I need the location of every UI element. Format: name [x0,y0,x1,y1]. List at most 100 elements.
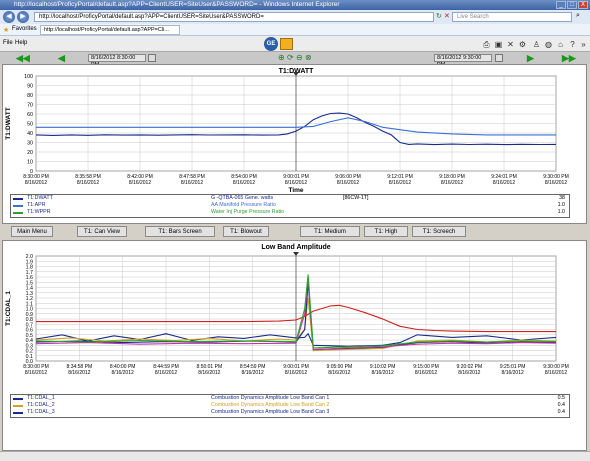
legend-description: Water Inj Purge Pressure Ratio [211,209,285,215]
rewind-fast-icon[interactable]: ◀◀ [16,53,30,63]
y-tick-label: 10 [27,160,33,166]
address-input[interactable]: http://localhost/ProficyPortal/default.a… [34,12,434,22]
zoom-out-icon[interactable]: ⊖ [296,53,303,62]
y-axis-label: T1:DWATT [5,107,12,139]
screech-button[interactable]: T1: Screech [412,226,466,237]
x-axis-label: Time [288,187,303,194]
main-menu-button[interactable]: Main Menu [11,226,53,237]
x-tick-date: 8/16/2012 [198,370,220,376]
y-tick-label: 100 [24,74,33,80]
rewind-icon[interactable]: ◀ [58,53,65,63]
maximize-button[interactable]: □ [567,1,577,9]
minimize-button[interactable]: _ [556,1,566,9]
ge-logo: GE [264,37,278,51]
legend-value: 1.0 [557,202,565,208]
close-button[interactable]: X [578,1,588,9]
forward-icon[interactable]: ▶ [17,11,29,23]
legend-row[interactable]: T1:APR AA Manifold Pressure Ratio 1.0 [11,202,569,209]
pan-icon[interactable]: ⊗ [305,53,312,62]
legend-swatch [13,405,23,407]
more-icon[interactable]: » [579,40,588,49]
y-tick-label: 50 [27,122,33,128]
can-view-button[interactable]: T1: Can View [77,226,127,237]
x-tick-date: 8/16/2012 [25,370,47,376]
x-tick-date: 8/16/2012 [328,370,350,376]
star-icon[interactable]: ★ [3,26,9,34]
end-calendar-icon[interactable] [495,54,503,62]
tools-icon[interactable]: ✕ [506,40,515,49]
y-tick-label: 40 [27,131,33,137]
high-button[interactable]: T1: High [364,226,408,237]
lock-icon[interactable]: ⌂ [556,40,565,49]
low-band-chart[interactable]: Low Band Amplitude2.01.91.81.71.61.51.41… [2,240,587,392]
legend-value: 0.4 [557,402,565,408]
help-icon[interactable]: ? [568,40,577,49]
y-tick-label: 70 [27,103,33,109]
menu-file[interactable]: File [3,40,13,46]
status-bar [0,451,590,461]
refresh-trend-icon[interactable]: ⟳ [287,53,294,62]
refresh-icon[interactable]: ↻ [436,12,442,20]
menu-help[interactable]: Help [15,40,27,46]
x-tick-date: 8/16/2012 [415,370,437,376]
globe-icon[interactable]: ◍ [544,40,553,49]
y-axis-label: T1:CDAL_1 [5,291,12,326]
legend-swatch [13,198,23,200]
blowout-button[interactable]: T1: Blowout [223,226,269,237]
window-title: http://localhost/ProficyPortal/default.a… [0,0,590,10]
legend-value: 0.5 [557,395,565,401]
legend-tag: T1:CDAL_1 [27,395,55,401]
legend-description: Combustion Dynamics Amplitude Low Band C… [211,402,330,408]
search-icon[interactable]: ⌕ [576,12,580,20]
legend-row[interactable]: T1:CDAL_3 Combustion Dynamics Amplitude L… [11,409,569,416]
back-icon[interactable]: ◀ [3,11,15,23]
x-tick-date: 8/16/2012 [112,370,134,376]
medium-button[interactable]: T1: Medium [300,226,360,237]
legend-description: Combustion Dynamics Amplitude Low Band C… [211,409,330,415]
x-tick-date: 8/16/2012 [129,180,151,186]
x-tick-date: 8/16/2012 [502,370,524,376]
cursor-handle[interactable] [293,252,299,256]
save-icon[interactable]: ▣ [494,40,503,49]
start-date-field[interactable]: 8/16/2012 8:30:00 PM [88,54,146,68]
legend-description: Combustion Dynamics Amplitude Low Band C… [211,395,330,401]
x-tick-date: 8/16/2012 [155,370,177,376]
legend-tag: T1:CDAL_2 [27,402,55,408]
chart-title: Low Band Amplitude [261,244,330,251]
legend-row[interactable]: T1:WPPR Water Inj Purge Pressure Ratio 1.0 [11,209,569,216]
legend-tag: T1:APR [27,202,46,208]
legend-swatch [13,205,23,207]
legend-row[interactable]: T1:DWATT G -QTBA-065 Gene. watts [86CW-1T]… [11,195,569,202]
x-tick-date: 8/16/2012 [441,180,463,186]
dwatt-chart[interactable]: T1:DWATT10090807060504030201008:30:00 PM… [2,64,587,194]
start-calendar-icon[interactable] [148,54,156,62]
legend-tag: T1:WPPR [27,209,51,215]
bars-screen-button[interactable]: T1: Bars Screen [145,226,215,237]
legend-swatch [13,398,23,400]
stop-icon[interactable]: ✕ [444,12,450,20]
zoom-in-icon[interactable]: ⊕ [278,53,285,62]
favorites-label[interactable]: Favorites [12,26,37,32]
forward-fast-icon[interactable]: ▶▶ [562,53,576,63]
legend-value: 38 [559,195,565,201]
legend-swatch [13,212,23,214]
x-tick-date: 8/16/2012 [545,370,567,376]
search-input[interactable]: Live Search [452,12,572,22]
printer-icon[interactable]: ⎙ [482,40,491,49]
legend-row[interactable]: T1:CDAL_1 Combustion Dynamics Amplitude L… [11,395,569,402]
browser-tab[interactable]: http://localhost/ProficyPortal/default.a… [40,25,180,35]
x-tick-date: 8/16/2012 [493,180,515,186]
user-icon[interactable]: ♙ [532,40,541,49]
forward-trend-icon[interactable]: ▶ [527,53,534,63]
dwatt-legend: T1:DWATT G -QTBA-065 Gene. watts [86CW-1T]… [10,194,570,218]
x-tick-date: 8/16/2012 [545,180,567,186]
end-date-field[interactable]: 8/16/2012 9:30:00 PM [434,54,492,68]
x-tick-date: 8/16/2012 [68,370,90,376]
legend-row[interactable]: T1:CDAL_2 Combustion Dynamics Amplitude L… [11,402,569,409]
x-tick-date: 8/16/2012 [285,370,307,376]
y-tick-label: 20 [27,150,33,156]
x-tick-date: 8/16/2012 [25,180,47,186]
x-tick-date: 8/16/2012 [285,180,307,186]
settings-icon[interactable]: ⚙ [518,40,527,49]
legend-value: 1.0 [557,209,565,215]
